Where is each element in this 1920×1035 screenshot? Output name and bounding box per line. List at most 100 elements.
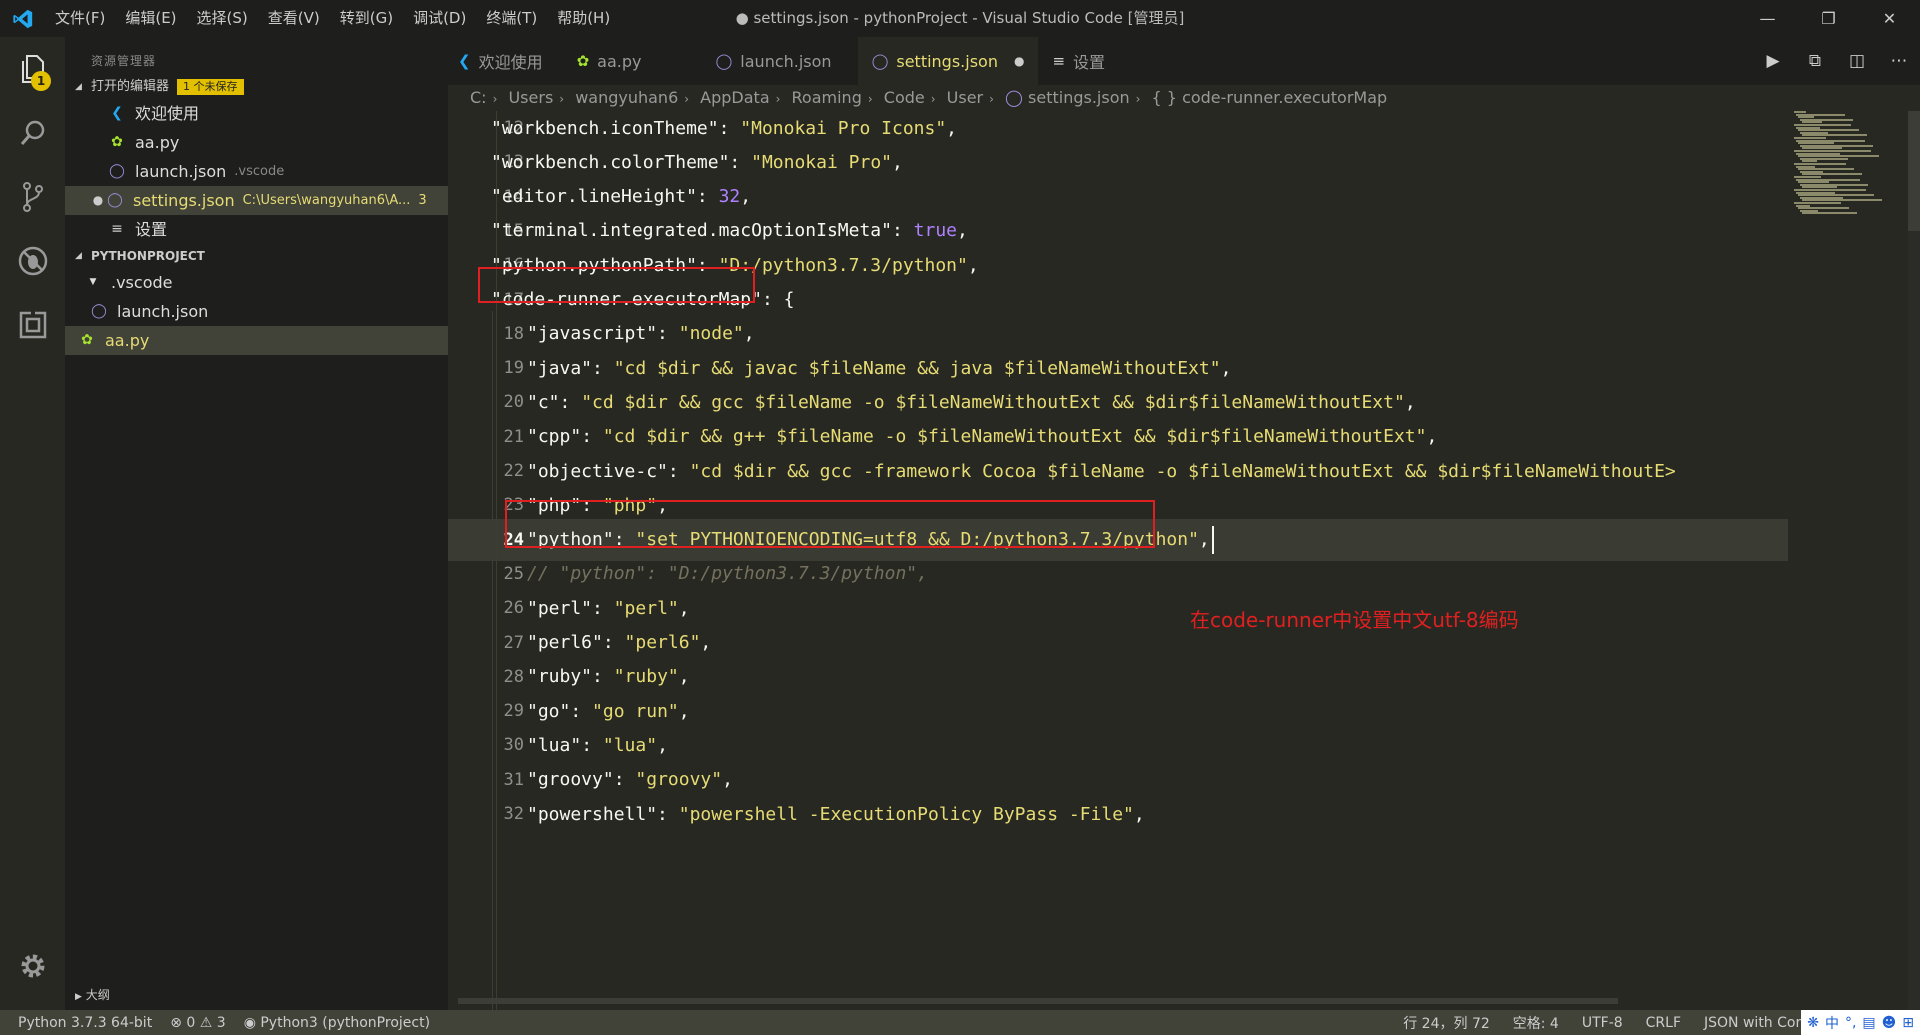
breadcrumb-item[interactable]: settings.json xyxy=(1028,88,1130,107)
status-bar: Python 3.7.3 64-bit ⊗ 0 ⚠ 3 ◉ Python3 (p… xyxy=(0,1010,1920,1035)
punctuation: , xyxy=(678,700,690,722)
code-text: "ruby": "ruby", xyxy=(527,666,690,688)
json-key: "ruby" xyxy=(527,666,593,688)
breadcrumb-item[interactable]: Code xyxy=(884,88,925,107)
tab-welcome[interactable]: ❮ 欢迎使用 xyxy=(448,37,557,85)
breadcrumb-item[interactable]: C: xyxy=(470,88,487,107)
tab-label: launch.json xyxy=(740,51,832,71)
json-key: "terminal.integrated.macOptionIsMeta" xyxy=(491,220,892,242)
kernel-label: Python3 (pythonProject) xyxy=(260,1014,431,1031)
tab-settings-json[interactable]: ◯ settings.json ● xyxy=(857,37,1039,85)
menu-help[interactable]: 帮助(H) xyxy=(547,0,620,37)
breadcrumb-item[interactable]: Users xyxy=(508,88,553,107)
python-interpreter[interactable]: Python 3.7.3 64-bit xyxy=(0,1015,161,1031)
problems-indicator[interactable]: ⊗ 0 ⚠ 3 xyxy=(161,1015,235,1031)
menu-file[interactable]: 文件(F) xyxy=(45,0,115,37)
punctuation: , xyxy=(678,666,690,688)
open-editor-settings-json[interactable]: ● ◯ settings.json C:\Users\wangyuhan6\A.… xyxy=(65,186,448,215)
open-editors-label: 打开的编辑器 xyxy=(91,79,170,94)
language-mode[interactable]: JSON with Cor xyxy=(1695,1015,1801,1031)
line-number: 28 xyxy=(503,666,524,687)
code-editor[interactable]: 12 "workbench.iconTheme": "Monokai Pro Ic… xyxy=(448,111,1920,1010)
scrollbar-thumb[interactable] xyxy=(1908,111,1920,231)
title-bar: 文件(F) 编辑(E) 选择(S) 查看(V) 转到(G) 调试(D) 终端(T… xyxy=(0,0,1920,37)
menu-debug[interactable]: 调试(D) xyxy=(403,0,476,37)
open-editor-aa-py[interactable]: ✿ aa.py xyxy=(65,128,448,157)
tab-settings[interactable]: ≡ 设置 xyxy=(1038,37,1119,85)
indentation[interactable]: 空格: 4 xyxy=(1504,1013,1573,1033)
breadcrumb-item[interactable]: AppData xyxy=(700,88,769,107)
activity-bar: 1 xyxy=(0,37,65,1010)
source-control-icon[interactable] xyxy=(0,165,65,229)
error-count: 0 xyxy=(186,1014,196,1031)
folder-vscode[interactable]: ▼ .vscode xyxy=(65,268,448,297)
open-editor-launch-json[interactable]: ◯ launch.json .vscode xyxy=(65,157,448,186)
menu-go[interactable]: 转到(G) xyxy=(330,0,403,37)
split-editor-icon[interactable]: ◫ xyxy=(1836,51,1878,71)
json-value: "perl" xyxy=(613,597,679,619)
unsaved-dot-icon[interactable]: ● xyxy=(91,186,105,215)
punctuation: , xyxy=(740,186,752,208)
extensions-icon[interactable] xyxy=(0,293,65,357)
close-button[interactable]: ✕ xyxy=(1859,0,1920,37)
menu-terminal[interactable]: 终端(T) xyxy=(476,0,547,37)
settings-gear-icon[interactable] xyxy=(0,934,65,998)
open-editor-hint: .vscode xyxy=(234,164,285,179)
json-value: "D:/python3.7.3/python" xyxy=(718,254,968,276)
line-number: 27 xyxy=(503,632,524,653)
kernel-indicator[interactable]: ◉ Python3 (pythonProject) xyxy=(235,1015,439,1031)
outline-header[interactable]: ▶ 大纲 xyxy=(65,980,448,1010)
horizontal-scrollbar[interactable] xyxy=(458,998,1618,1004)
cursor-position[interactable]: 行 24，列 72 xyxy=(1394,1013,1504,1033)
tab-aa-py[interactable]: ✿ aa.py xyxy=(557,37,692,85)
kernel-icon: ◉ xyxy=(243,1014,256,1031)
open-editor-settings[interactable]: ≡ 设置 xyxy=(65,215,448,244)
code-text: "c": "cd $dir && gcc $fileName -o $fileN… xyxy=(527,391,1416,413)
line-number: 21 xyxy=(503,426,524,447)
highlight-box-python-line xyxy=(505,500,1155,548)
json-key: "cpp" xyxy=(527,426,582,448)
vertical-scrollbar[interactable] xyxy=(1908,111,1920,1010)
restore-button[interactable]: ❐ xyxy=(1798,0,1859,37)
menu-selection[interactable]: 选择(S) xyxy=(187,0,258,37)
file-launch-json[interactable]: ◯ launch.json xyxy=(65,297,448,326)
more-actions-icon[interactable]: ⋯ xyxy=(1878,51,1920,71)
file-encoding[interactable]: UTF-8 xyxy=(1573,1015,1637,1031)
menu-view[interactable]: 查看(V) xyxy=(258,0,330,37)
tab-launch-json[interactable]: ◯ launch.json xyxy=(692,37,858,85)
open-editor-path: C:\Users\wangyuhan6\A... xyxy=(242,193,411,208)
code-text: "lua": "lua", xyxy=(527,734,668,756)
minimap[interactable] xyxy=(1790,111,1908,221)
open-editors-header[interactable]: ◢ 打开的编辑器 1 个未保存 xyxy=(65,75,448,99)
json-file-icon: ◯ xyxy=(91,303,107,319)
punctuation: , xyxy=(957,220,968,242)
breadcrumb-item[interactable]: User xyxy=(947,88,983,107)
json-key: "perl" xyxy=(527,597,593,619)
breadcrumb-item[interactable]: Roaming xyxy=(792,88,862,107)
explorer-icon[interactable]: 1 xyxy=(0,37,65,101)
minimize-button[interactable]: — xyxy=(1737,0,1798,37)
run-icon[interactable]: ▶ xyxy=(1752,51,1794,71)
breadcrumb-item[interactable]: wangyuhan6 xyxy=(575,88,678,107)
json-value: "ruby" xyxy=(613,666,679,688)
code-text: "objective-c": "cd $dir && gcc -framewor… xyxy=(527,460,1676,482)
open-editor-label: settings.json xyxy=(133,191,235,210)
code-text: "go": "go run", xyxy=(527,700,690,722)
end-of-line[interactable]: CRLF xyxy=(1637,1015,1695,1031)
search-icon[interactable] xyxy=(0,101,65,165)
keyboard-icon: ▤ xyxy=(1862,1014,1876,1031)
project-header[interactable]: ◢ PYTHONPROJECT xyxy=(65,244,448,268)
breadcrumb-item[interactable]: { } code-runner.executorMap xyxy=(1152,88,1388,107)
open-editor-welcome[interactable]: ❮ 欢迎使用 xyxy=(65,99,448,128)
debug-icon[interactable] xyxy=(0,229,65,293)
code-text: "workbench.iconTheme": "Monokai Pro Icon… xyxy=(491,117,958,139)
menu-bar: 文件(F) 编辑(E) 选择(S) 查看(V) 转到(G) 调试(D) 终端(T… xyxy=(45,0,620,37)
unsaved-dot-icon[interactable]: ● xyxy=(1014,54,1024,68)
menu-edit[interactable]: 编辑(E) xyxy=(115,0,186,37)
open-preview-icon[interactable]: ⧉ xyxy=(1794,51,1836,71)
ime-toolbar[interactable]: ❋ 中 °, ▤ ☻ ⊞ xyxy=(1801,1010,1920,1035)
punctuation: , xyxy=(1426,426,1438,448)
code-line[interactable]: 32 "powershell": "powershell -ExecutionPo… xyxy=(448,793,1788,835)
file-aa-py[interactable]: ✿ aa.py xyxy=(65,326,448,355)
json-value: "powershell -ExecutionPolicy ByPass -Fil… xyxy=(678,803,1134,825)
